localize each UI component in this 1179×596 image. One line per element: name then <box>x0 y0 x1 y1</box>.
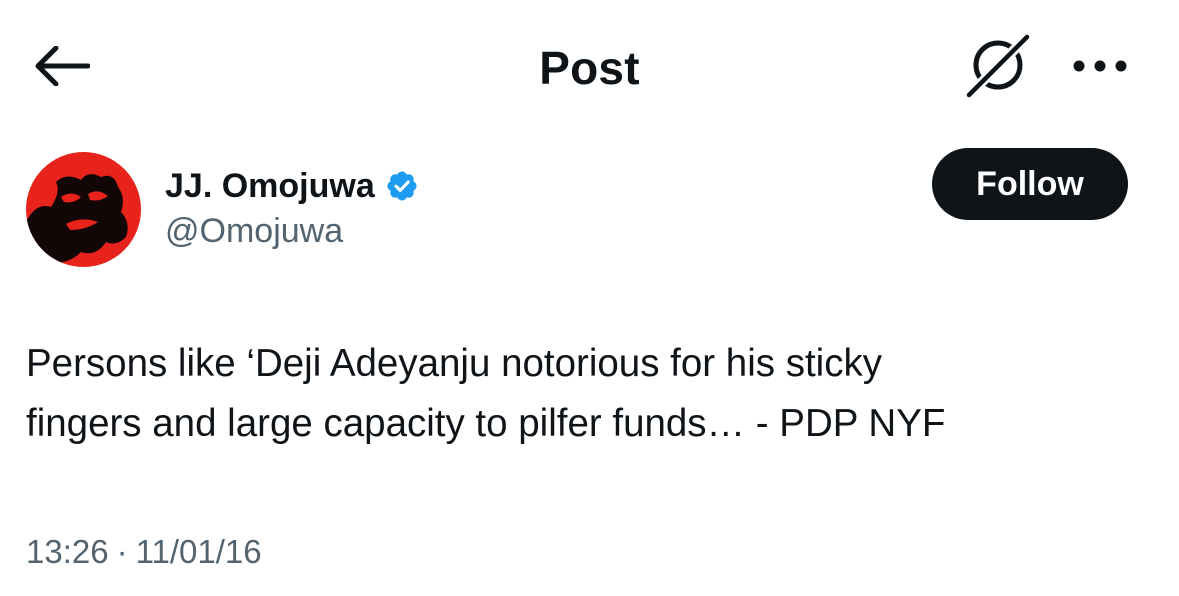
tweet-text: Persons like ‘Deji Adeyanju notorious fo… <box>26 342 946 445</box>
avatar[interactable] <box>26 152 141 267</box>
grok-icon <box>963 31 1033 104</box>
display-name-line: JJ. Omojuwa <box>165 164 419 208</box>
top-bar: Post <box>0 0 1179 132</box>
grok-button[interactable] <box>960 31 1036 104</box>
tweet-date: 11/01/16 <box>135 533 262 570</box>
meta-separator: · <box>116 533 128 570</box>
follow-button[interactable]: Follow <box>932 148 1128 220</box>
display-name[interactable]: JJ. Omojuwa <box>165 167 375 206</box>
post-page: Post JJ. Omojuwa @Omojuwa Follow Persons… <box>0 0 1179 596</box>
more-horizontal-icon <box>1072 59 1128 78</box>
author-row: JJ. Omojuwa @Omojuwa Follow <box>0 140 1179 280</box>
tweet-timestamp[interactable]: 13:26 · 11/01/16 <box>26 530 262 574</box>
user-handle[interactable]: @Omojuwa <box>165 212 419 251</box>
tweet-time: 13:26 <box>26 533 109 570</box>
more-options-button[interactable] <box>1060 40 1140 96</box>
author-name-block: JJ. Omojuwa @Omojuwa <box>165 164 419 251</box>
verified-badge-icon <box>385 169 419 203</box>
